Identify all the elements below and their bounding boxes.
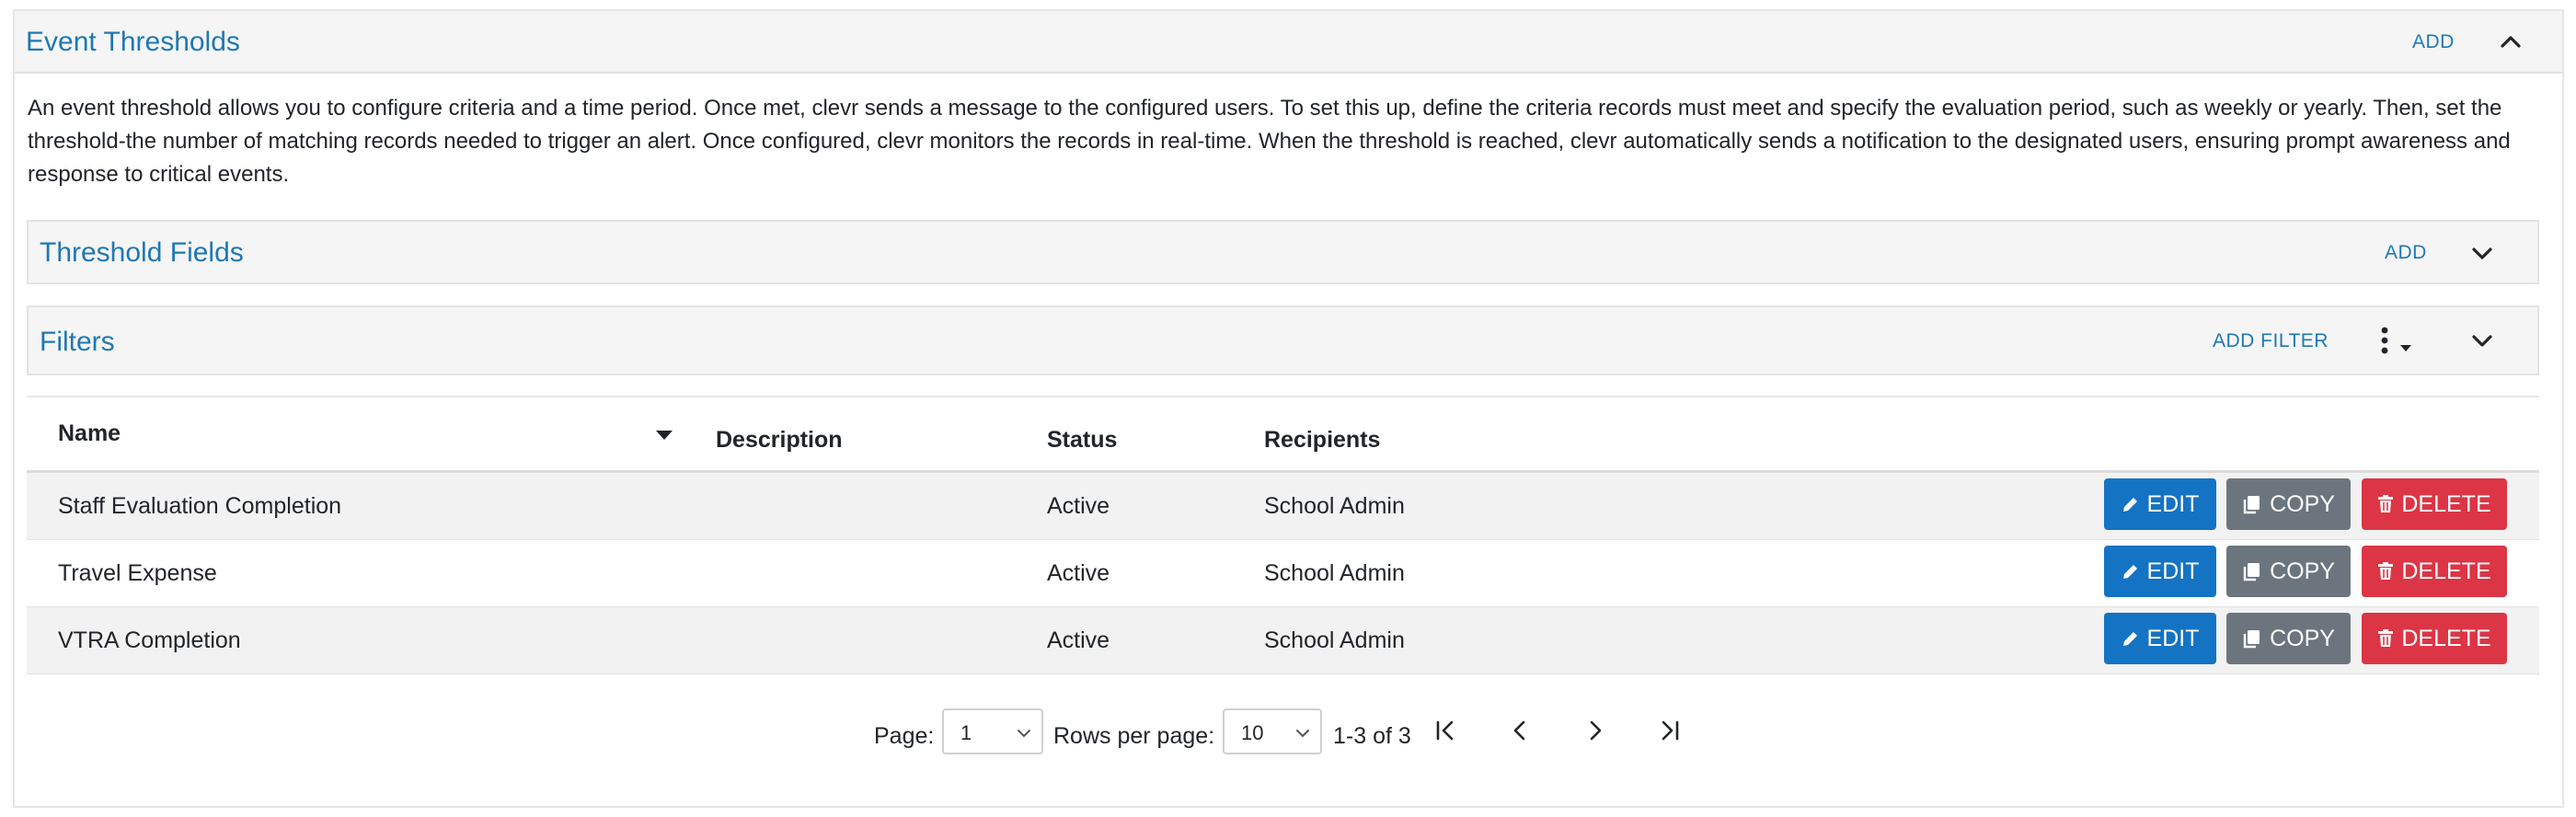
rows-per-page-label: Rows per page: <box>1053 723 1215 749</box>
column-header-name[interactable]: Name <box>58 420 121 447</box>
copy-button[interactable]: COPY <box>2226 546 2351 597</box>
copy-icon <box>2243 630 2260 649</box>
thresholds-table: Name Description Status Recipients Staff… <box>27 396 2539 674</box>
delete-button[interactable]: DELETE <box>2362 478 2507 530</box>
page-label: Page: <box>874 723 935 749</box>
row-status: Active <box>1047 627 1110 653</box>
chevron-down-icon[interactable] <box>2470 329 2494 358</box>
delete-label: DELETE <box>2401 558 2491 584</box>
column-header-description: Description <box>716 427 843 453</box>
edit-button[interactable]: EDIT <box>2104 546 2216 597</box>
edit-button[interactable]: EDIT <box>2104 613 2216 664</box>
first-page-icon[interactable] <box>1433 718 1459 750</box>
filters-panel: Filters ADD FILTER <box>27 305 2539 375</box>
trash-icon <box>2378 495 2394 512</box>
add-filter-button[interactable]: ADD FILTER <box>2213 330 2329 352</box>
copy-label: COPY <box>2270 490 2335 517</box>
row-recipients: School Admin <box>1264 493 1405 519</box>
delete-label: DELETE <box>2401 490 2491 517</box>
copy-button[interactable]: COPY <box>2226 478 2351 530</box>
row-recipients: School Admin <box>1264 560 1405 586</box>
last-page-icon[interactable] <box>1656 718 1682 750</box>
page-select-value: 1 <box>960 721 972 744</box>
chevron-down-icon[interactable] <box>2470 242 2494 270</box>
pencil-icon <box>2122 565 2137 579</box>
table-row: VTRA Completion Active School Admin EDIT… <box>27 607 2539 674</box>
threshold-fields-panel: Threshold Fields ADD <box>27 220 2539 284</box>
copy-icon <box>2243 496 2260 514</box>
row-name: Staff Evaluation Completion <box>58 493 342 519</box>
delete-button[interactable]: DELETE <box>2362 613 2507 664</box>
copy-label: COPY <box>2270 558 2335 584</box>
rows-per-page-value: 10 <box>1241 721 1264 744</box>
delete-button[interactable]: DELETE <box>2362 546 2507 597</box>
table-row: Staff Evaluation Completion Active Schoo… <box>27 473 2539 540</box>
delete-label: DELETE <box>2401 625 2491 651</box>
pencil-icon <box>2122 632 2137 646</box>
trash-icon <box>2378 629 2394 647</box>
table-row: Travel Expense Active School Admin EDIT … <box>27 540 2539 607</box>
panel-title: Event Thresholds <box>26 27 240 57</box>
row-status: Active <box>1047 560 1110 586</box>
copy-button[interactable]: COPY <box>2226 613 2351 664</box>
chevron-up-icon[interactable] <box>2499 29 2523 58</box>
panel-description: An event threshold allows you to configu… <box>28 96 2511 187</box>
row-status: Active <box>1047 493 1110 519</box>
filters-title: Filters <box>40 327 115 357</box>
pencil-icon <box>2122 498 2137 512</box>
add-threshold-field-button[interactable]: ADD <box>2385 242 2427 264</box>
pagination: Page: 1 Rows per page: 10 1-3 of 3 <box>0 708 2576 764</box>
edit-button[interactable]: EDIT <box>2104 478 2216 530</box>
column-header-status: Status <box>1047 427 1118 453</box>
panel-header: Event Thresholds ADD <box>15 11 2562 74</box>
row-name: Travel Expense <box>58 560 217 586</box>
edit-label: EDIT <box>2146 558 2200 584</box>
next-page-icon[interactable] <box>1582 718 1608 750</box>
add-threshold-button[interactable]: ADD <box>2412 31 2455 53</box>
trash-icon <box>2378 562 2394 580</box>
page-range: 1-3 of 3 <box>1333 723 1411 749</box>
row-recipients: School Admin <box>1264 627 1405 653</box>
more-options-icon[interactable] <box>2377 326 2414 363</box>
previous-page-icon[interactable] <box>1507 718 1533 750</box>
chevron-down-icon <box>1294 723 1311 747</box>
threshold-fields-title: Threshold Fields <box>40 237 244 268</box>
edit-label: EDIT <box>2146 625 2200 651</box>
rows-per-page-select[interactable]: 10 <box>1223 708 1322 754</box>
page-select[interactable]: 1 <box>942 708 1043 754</box>
edit-label: EDIT <box>2146 490 2200 517</box>
chevron-down-icon <box>1016 723 1032 747</box>
copy-label: COPY <box>2270 625 2335 651</box>
copy-icon <box>2243 563 2260 581</box>
table-header: Name Description Status Recipients <box>27 396 2539 473</box>
sort-caret-icon[interactable] <box>654 429 674 446</box>
column-header-recipients: Recipients <box>1264 427 1381 453</box>
row-name: VTRA Completion <box>58 627 241 653</box>
